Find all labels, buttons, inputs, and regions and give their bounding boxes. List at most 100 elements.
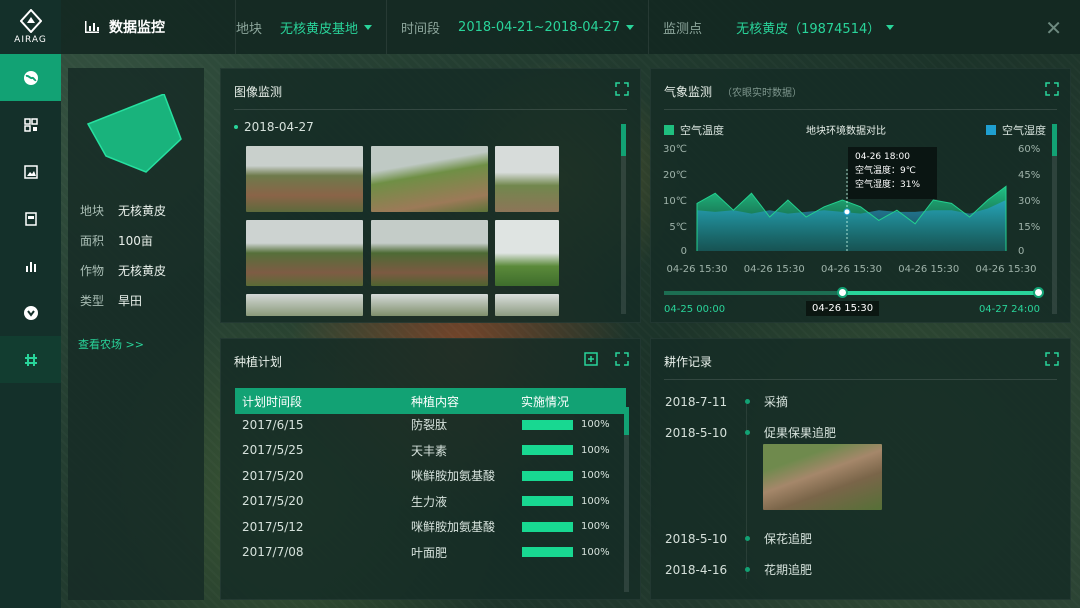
record-date: 2018-7-11 (665, 394, 728, 409)
record-item[interactable]: 2018-4-16 花期追肥 (665, 561, 812, 578)
expand-icon[interactable] (615, 82, 629, 96)
record-photo[interactable] (763, 444, 882, 510)
monitor-photo[interactable] (246, 220, 363, 286)
nav-qr[interactable] (0, 101, 61, 148)
caret-down-icon (364, 24, 373, 30)
add-icon[interactable] (584, 352, 598, 366)
table-row[interactable]: 2017/5/20 咪鲜胺加氨基酸 100% (242, 463, 630, 488)
nav-document[interactable] (0, 195, 61, 242)
monitor-photo[interactable] (495, 220, 559, 286)
farm-key: 面积 (80, 234, 105, 248)
x-tick: 04-26 15:30 (666, 264, 727, 275)
divider (664, 109, 1057, 110)
plan-content: 天丰素 (411, 443, 448, 458)
view-farm-link[interactable]: 查看农场 >> (78, 336, 144, 352)
scrollbar-thumb[interactable] (621, 124, 626, 156)
progress-value: 100% (581, 444, 610, 456)
nav-image[interactable] (0, 148, 61, 195)
table-row[interactable]: 2017/5/20 生力液 100% (242, 489, 630, 514)
qrcode-icon (23, 117, 38, 132)
image-date: 2018-04-27 (234, 120, 314, 134)
progress-value: 100% (581, 521, 610, 532)
plan-date: 2017/5/20 (242, 468, 304, 483)
progress-value: 100% (581, 419, 610, 430)
block-select[interactable]: 无核黄皮基地 (280, 18, 373, 37)
page-title: 数据监控 (61, 0, 236, 54)
scrollbar[interactable] (624, 407, 629, 592)
field-shape (86, 94, 182, 173)
monitor-photo[interactable] (371, 294, 488, 316)
logo-icon (19, 9, 42, 33)
monitor-photo[interactable] (246, 146, 363, 212)
farm-value: 旱田 (118, 294, 143, 308)
farm-info-panel: 地块 无核黄皮 面积 100亩 作物 无核黄皮 类型 旱田 查看农场 >> (68, 68, 204, 600)
nav-grid[interactable] (0, 336, 61, 383)
plan-date: 2017/7/08 (242, 545, 304, 559)
table-row[interactable]: 2017/7/08 叶面肥 100% (242, 540, 630, 565)
monitor-photo[interactable] (495, 294, 559, 316)
y-right-tick: 15% (1018, 222, 1040, 233)
chevron-circle-icon (23, 305, 38, 320)
record-text: 采摘 (764, 395, 789, 409)
station-select[interactable]: 无核黄皮（19874514） (736, 18, 895, 37)
nav-chart[interactable] (0, 242, 61, 289)
monitor-photo[interactable] (371, 220, 488, 286)
y-left-tick: 5℃ (669, 222, 687, 233)
farm-row-area: 面积 100亩 (80, 232, 153, 249)
x-tick: 04-26 15:30 (975, 264, 1036, 275)
plan-date: 2017/5/25 (242, 443, 304, 457)
farm-row-type: 类型 旱田 (80, 292, 142, 309)
monitor-photo[interactable] (495, 146, 559, 212)
station-label: 监测点 (663, 21, 703, 37)
scrollbar-thumb[interactable] (624, 407, 629, 435)
block-value: 无核黄皮基地 (280, 21, 359, 37)
y-left-tick: 10℃ (663, 196, 687, 207)
range-handle-start[interactable] (837, 287, 848, 298)
scrollbar-thumb[interactable] (1052, 124, 1057, 156)
divider (234, 109, 627, 110)
image-panel: 图像监测 2018-04-27 (220, 68, 641, 323)
x-tick: 04-26 15:30 (821, 264, 882, 275)
globe-icon (23, 70, 38, 85)
record-date: 2018-5-10 (665, 425, 728, 440)
record-item[interactable]: 2018-5-10 促果保果追肥 (665, 424, 836, 441)
range-handle-end[interactable] (1033, 287, 1044, 298)
expand-icon[interactable] (1045, 82, 1059, 96)
y-left-tick: 0 (681, 246, 687, 257)
column-header: 计划时间段 (242, 394, 303, 409)
legend-temp: 空气温度 (664, 122, 724, 138)
expand-icon[interactable] (1045, 352, 1059, 366)
table-row[interactable]: 2017/5/25 天丰素 100% (242, 438, 630, 463)
progress-value: 100% (581, 495, 610, 507)
divider (648, 0, 650, 54)
bar-chart-icon (25, 261, 36, 272)
expand-icon[interactable] (615, 352, 629, 366)
farm-value: 100亩 (118, 234, 153, 248)
period-select[interactable]: 2018-04-21~2018-04-27 (458, 20, 635, 35)
bar-chart-icon (85, 21, 99, 33)
record-item[interactable]: 2018-7-11 采摘 (665, 393, 788, 410)
record-item[interactable]: 2018-5-10 保花追肥 (665, 530, 812, 547)
table-row[interactable]: 2017/6/15 防裂肽 100% (242, 412, 630, 437)
y-right-tick: 0 (1018, 246, 1024, 257)
nav-globe[interactable] (0, 54, 61, 101)
monitor-photo[interactable] (371, 146, 488, 212)
y-left-tick: 20℃ (663, 170, 687, 181)
close-icon[interactable]: ✕ (1045, 16, 1062, 40)
tooltip-humidity: 空气湿度：31% (855, 180, 921, 190)
scrollbar[interactable] (621, 124, 626, 314)
brand-name: AIRAG (14, 35, 47, 45)
monitor-photo[interactable] (246, 294, 363, 316)
record-text: 保花追肥 (764, 532, 813, 546)
panel-title: 种植计划 (234, 355, 283, 369)
progress-bar (522, 496, 573, 506)
scrollbar[interactable] (1052, 124, 1057, 314)
progress-bar (522, 445, 573, 455)
logo: AIRAG (0, 0, 61, 54)
nav-check[interactable] (0, 289, 61, 336)
column-header: 种植内容 (411, 394, 460, 409)
table-row[interactable]: 2017/5/12 咪鲜胺加氨基酸 100% (242, 514, 630, 539)
farm-value: 无核黄皮 (118, 264, 167, 278)
y-right-tick: 45% (1018, 170, 1040, 181)
farm-row-block: 地块 无核黄皮 (80, 202, 166, 219)
